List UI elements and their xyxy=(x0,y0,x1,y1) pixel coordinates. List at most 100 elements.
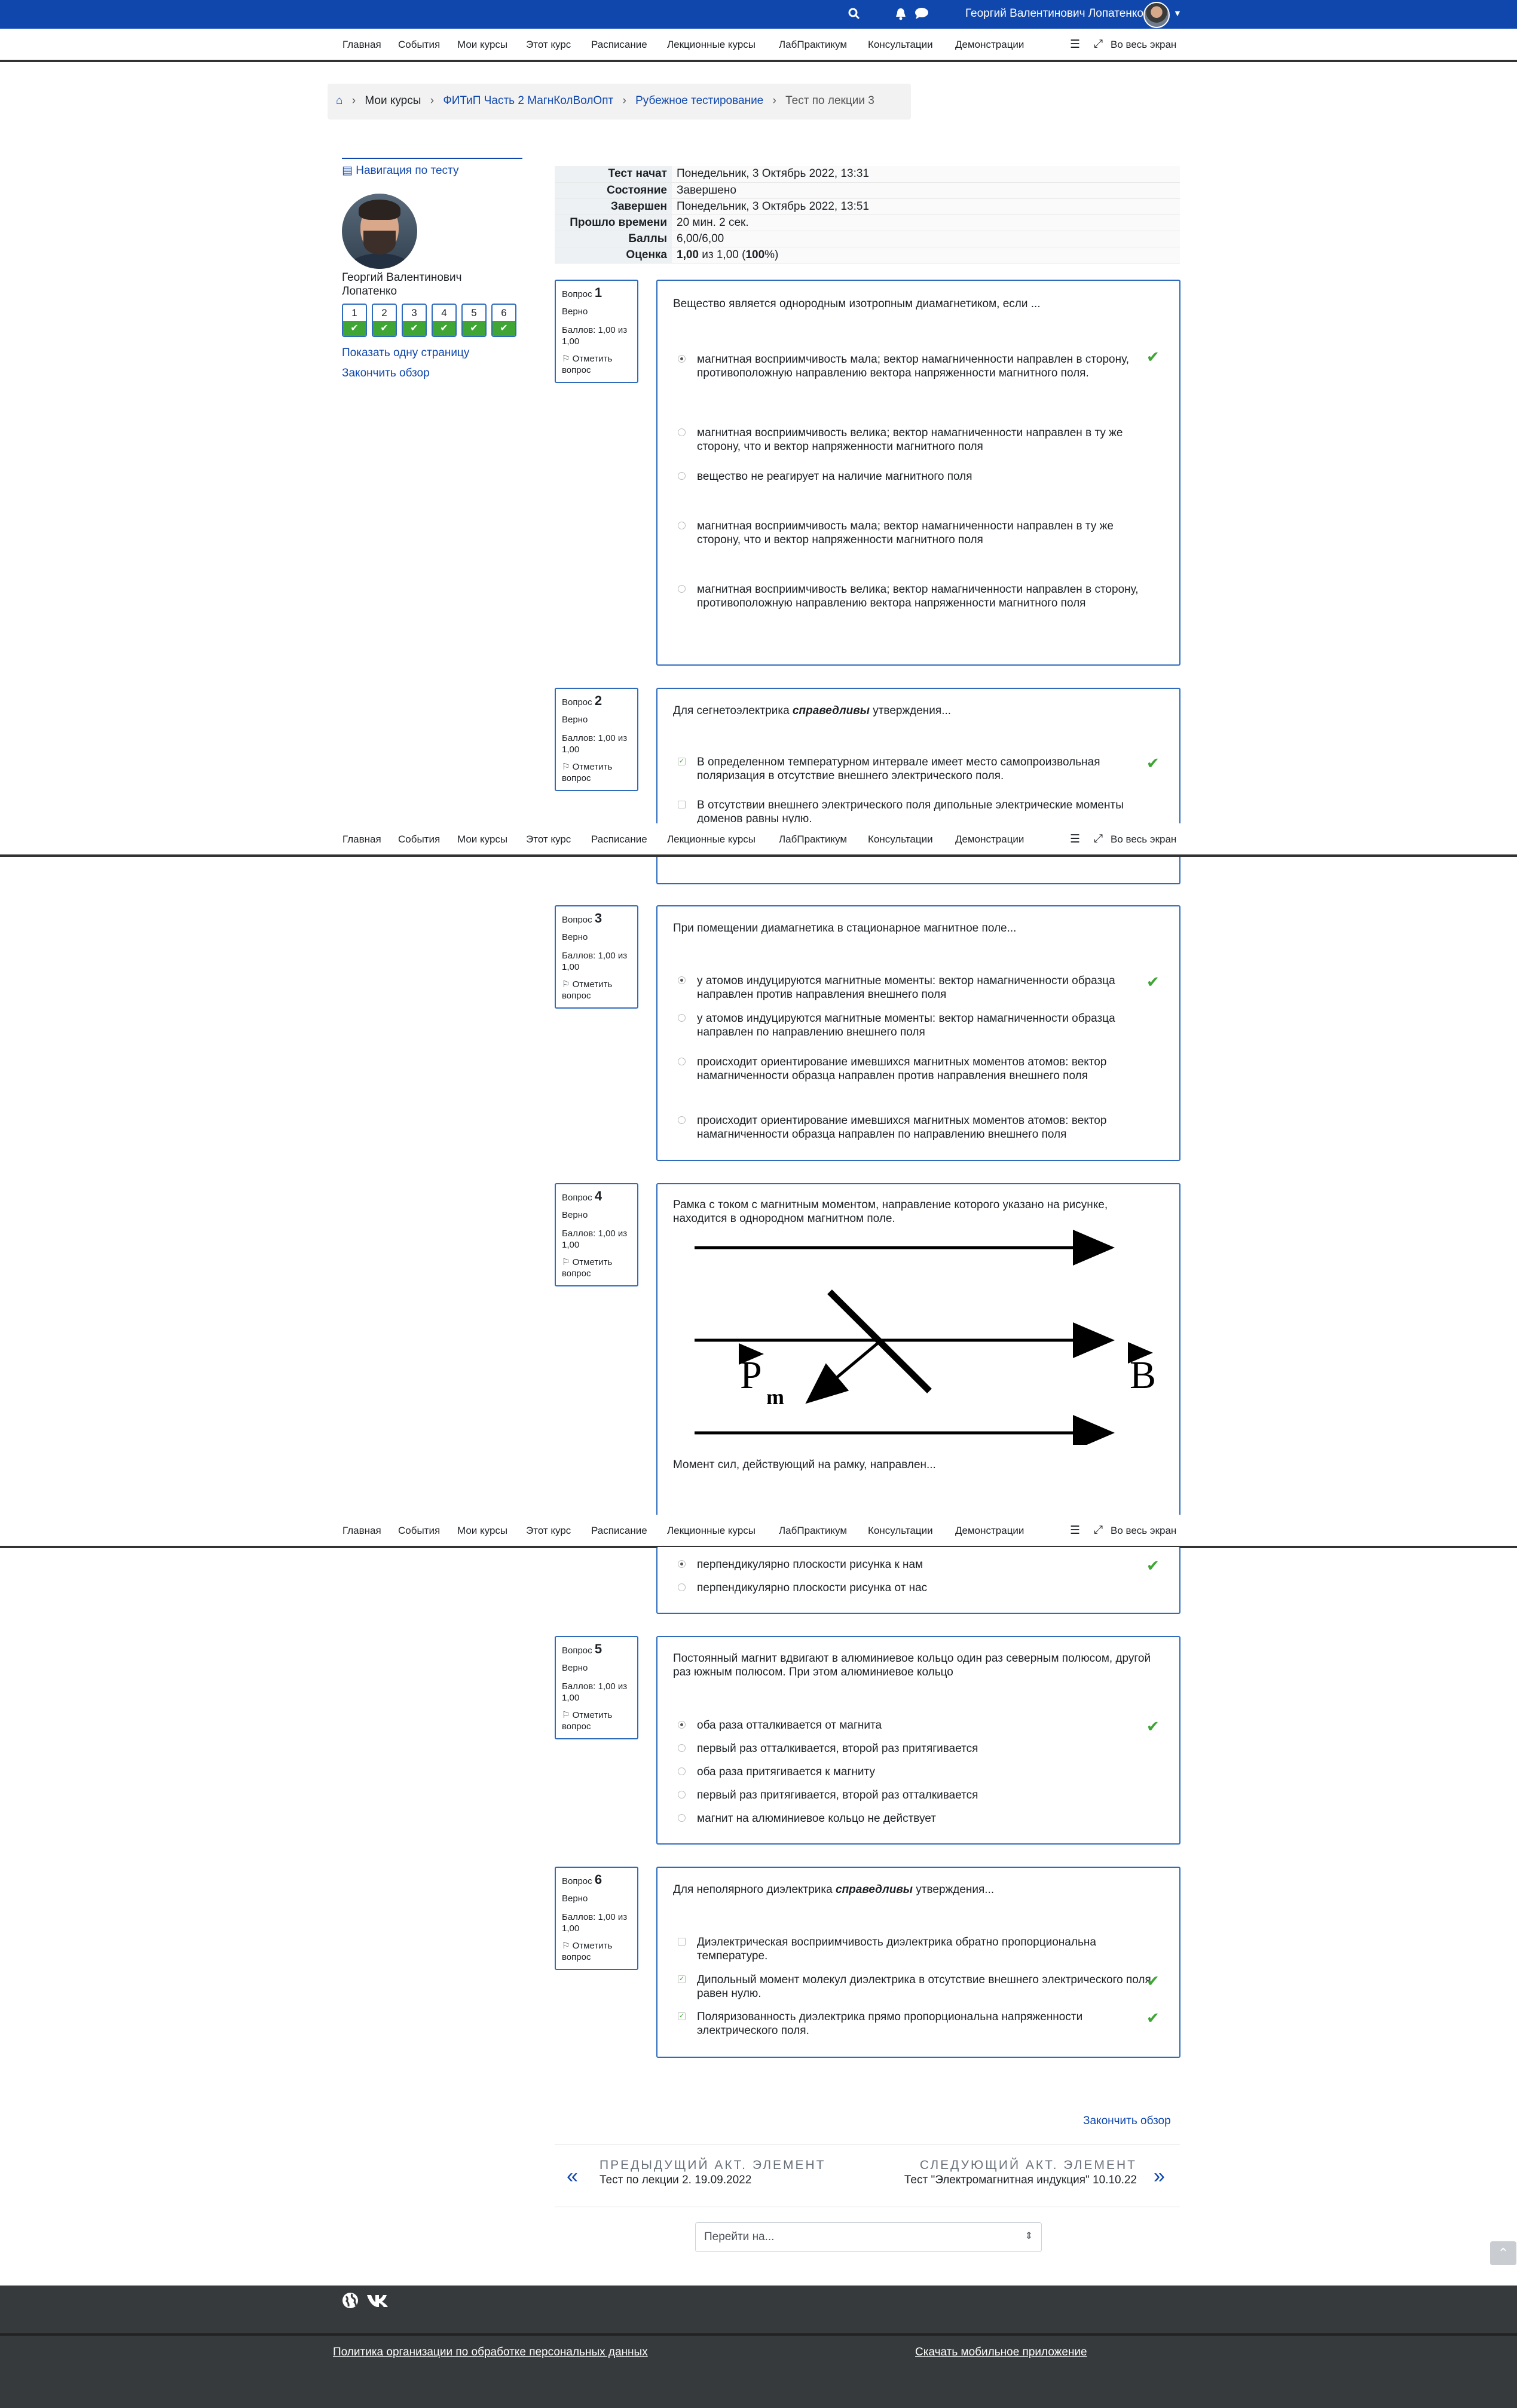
top-navbar: Георгий Валентинович Лопатенко ▼ xyxy=(0,0,1517,29)
nav-events[interactable]: События xyxy=(398,1525,440,1537)
breadcrumb: ⌂ › Мои курсы › ФИТиП Часть 2 МагнКолВол… xyxy=(328,84,911,120)
nav-consultations[interactable]: Консультации xyxy=(868,1525,933,1537)
bell-icon[interactable] xyxy=(894,7,907,24)
flag-icon: ⚐ xyxy=(562,979,570,989)
caret-down-icon[interactable]: ▼ xyxy=(1173,8,1182,18)
breadcrumb-my-courses[interactable]: Мои курсы xyxy=(365,94,421,107)
nav-schedule[interactable]: Расписание xyxy=(591,1525,647,1537)
fullscreen-button[interactable]: Во весь экран xyxy=(1111,1525,1176,1537)
check-icon: ✔ xyxy=(493,321,515,336)
blocks-toggle-icon[interactable]: ☰ xyxy=(1070,1524,1080,1537)
course-nav: Главная События Мои курсы Этот курс Расп… xyxy=(0,823,1517,857)
quiz-nav-button-6[interactable]: 6 ✔ xyxy=(491,304,516,337)
nav-demos[interactable]: Демонстрации xyxy=(955,1525,1024,1537)
nav-this-course[interactable]: Этот курс xyxy=(526,834,571,845)
mobile-app-link[interactable]: Скачать мобильное приложение xyxy=(915,2346,1087,2359)
select-arrow-icon: ⇕ xyxy=(1024,2231,1033,2241)
nav-demos[interactable]: Демонстрации xyxy=(955,39,1024,51)
nav-home[interactable]: Главная xyxy=(342,1525,381,1537)
quiz-nav-button-5[interactable]: 5 ✔ xyxy=(461,304,487,337)
radio xyxy=(678,428,686,436)
pm-subscript: m xyxy=(766,1385,784,1409)
chat-icon[interactable] xyxy=(915,7,929,24)
nav-this-course[interactable]: Этот курс xyxy=(526,1525,571,1537)
quiz-nav-button-3[interactable]: 3 ✔ xyxy=(402,304,427,337)
nav-home[interactable]: Главная xyxy=(342,834,381,845)
fullscreen-icon[interactable]: ⤢ xyxy=(1094,832,1103,845)
nav-events[interactable]: События xyxy=(398,834,440,845)
nav-lectures[interactable]: Лекционные курсы xyxy=(667,1525,756,1537)
nav-home[interactable]: Главная xyxy=(342,39,381,51)
answer-option[interactable]: В отсутствии внешнего электрического пол… xyxy=(678,798,1162,825)
nav-my-courses[interactable]: Мои курсы xyxy=(457,1525,507,1537)
radio-selected xyxy=(678,355,686,363)
checkbox-checked: ✓ xyxy=(678,758,686,765)
blocks-toggle-icon[interactable]: ☰ xyxy=(1070,38,1080,51)
question-info: Вопрос 5 Верно Баллов: 1,00 из 1,00 ⚐ От… xyxy=(555,1636,638,1739)
correct-check-icon: ✔ xyxy=(1146,2009,1160,2027)
fullscreen-icon[interactable]: ⤢ xyxy=(1094,1524,1103,1537)
flag-question[interactable]: ⚐ Отметить вопрос xyxy=(562,979,631,1001)
nav-labs[interactable]: ЛабПрактикум xyxy=(779,39,847,51)
nav-schedule[interactable]: Расписание xyxy=(591,834,647,845)
radio xyxy=(678,1014,686,1022)
finish-review-link[interactable]: Закончить обзор xyxy=(342,367,430,380)
next-activity-icon[interactable]: » xyxy=(1154,2165,1165,2188)
nav-my-courses[interactable]: Мои курсы xyxy=(457,834,507,845)
home-icon[interactable]: ⌂ xyxy=(336,94,342,107)
nav-labs[interactable]: ЛабПрактикум xyxy=(779,1525,847,1537)
flag-question[interactable]: ⚐ Отметить вопрос xyxy=(562,761,631,784)
vk-icon[interactable] xyxy=(366,2291,390,2314)
breadcrumb-separator: › xyxy=(622,94,626,107)
user-avatar[interactable] xyxy=(1143,2,1170,28)
nav-consultations[interactable]: Консультации xyxy=(868,39,933,51)
flag-icon: ⚐ xyxy=(562,762,570,772)
nav-my-courses[interactable]: Мои курсы xyxy=(457,39,507,51)
fullscreen-button[interactable]: Во весь экран xyxy=(1111,39,1176,51)
finish-review-link[interactable]: Закончить обзор xyxy=(1083,2115,1171,2128)
blocks-toggle-icon[interactable]: ☰ xyxy=(1070,832,1080,846)
flag-question[interactable]: ⚐ Отметить вопрос xyxy=(562,1257,631,1279)
user-menu-name[interactable]: Георгий Валентинович Лопатенко xyxy=(965,7,1143,20)
breadcrumb-section[interactable]: Рубежное тестирование xyxy=(635,94,763,107)
nav-lectures[interactable]: Лекционные курсы xyxy=(667,39,756,51)
question-info: Вопрос 6 Верно Баллов: 1,00 из 1,00 ⚐ От… xyxy=(555,1867,638,1970)
back-to-top-button[interactable]: ⌃ xyxy=(1490,2241,1516,2265)
flag-question[interactable]: ⚐ Отметить вопрос xyxy=(562,1940,631,1963)
correct-check-icon: ✔ xyxy=(1146,973,1160,991)
question-info: Вопрос 3 Верно Баллов: 1,00 из 1,00 ⚐ От… xyxy=(555,905,638,1009)
flag-icon: ⚐ xyxy=(562,1941,570,1951)
quiz-nav-button-4[interactable]: 4 ✔ xyxy=(432,304,457,337)
prev-activity-icon[interactable]: « xyxy=(567,2165,578,2188)
user-photo xyxy=(342,194,417,269)
prev-activity-link[interactable]: Тест по лекции 2. 19.09.2022 xyxy=(600,2174,751,2187)
quiz-nav-button-1[interactable]: 1 ✔ xyxy=(342,304,367,337)
privacy-policy-link[interactable]: Политика организации по обработке персон… xyxy=(333,2346,648,2359)
nav-consultations[interactable]: Консультации xyxy=(868,834,933,845)
flag-question[interactable]: ⚐ Отметить вопрос xyxy=(562,1710,631,1732)
nav-schedule[interactable]: Расписание xyxy=(591,39,647,51)
checkbox xyxy=(678,801,686,808)
fullscreen-button[interactable]: Во весь экран xyxy=(1111,834,1176,845)
jump-to-placeholder: Перейти на... xyxy=(704,2231,775,2243)
nav-labs[interactable]: ЛабПрактикум xyxy=(779,834,847,845)
jump-to-select[interactable]: Перейти на... ⇕ xyxy=(695,2222,1042,2252)
nav-lectures[interactable]: Лекционные курсы xyxy=(667,834,756,845)
question-text: Рамка с током с магнитным моментом, напр… xyxy=(673,1199,1108,1225)
breadcrumb-course[interactable]: ФИТиП Часть 2 МагнКолВолОпт xyxy=(443,94,613,107)
fullscreen-icon[interactable]: ⤢ xyxy=(1094,38,1103,51)
search-icon[interactable] xyxy=(848,7,861,24)
check-icon: ✔ xyxy=(403,321,426,336)
show-one-page-link[interactable]: Показать одну страницу xyxy=(342,347,469,360)
radio xyxy=(678,1744,686,1752)
quiz-nav-button-2[interactable]: 2 ✔ xyxy=(372,304,397,337)
globe-icon[interactable] xyxy=(341,2291,359,2314)
flag-icon: ⚐ xyxy=(562,1257,570,1267)
course-nav: Главная События Мои курсы Этот курс Расп… xyxy=(0,1515,1517,1548)
nav-this-course[interactable]: Этот курс xyxy=(526,39,571,51)
radio xyxy=(678,1767,686,1775)
flag-question[interactable]: ⚐ Отметить вопрос xyxy=(562,353,631,376)
nav-demos[interactable]: Демонстрации xyxy=(955,834,1024,845)
next-activity-link[interactable]: Тест "Электромагнитная индукция" 10.10.2… xyxy=(904,2174,1137,2187)
nav-events[interactable]: События xyxy=(398,39,440,51)
